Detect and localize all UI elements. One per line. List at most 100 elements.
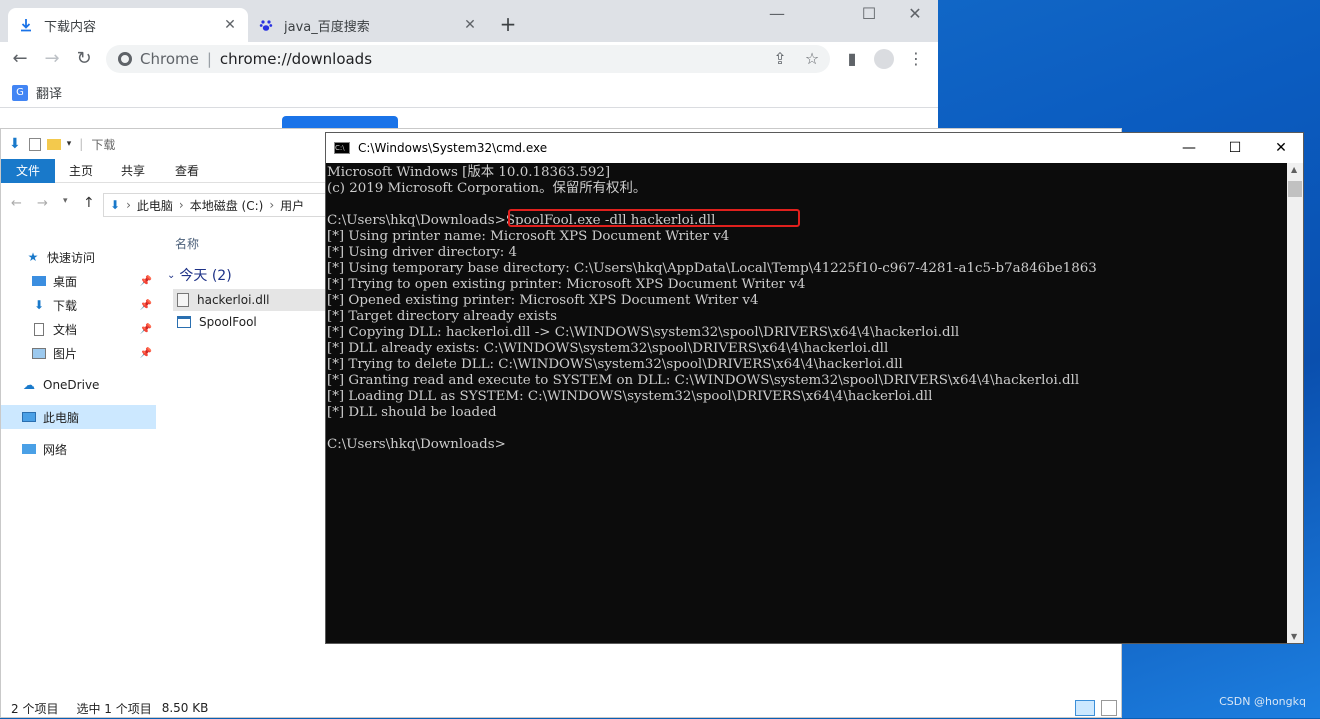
nav-network[interactable]: 网络 xyxy=(1,437,156,461)
scrollbar-thumb[interactable] xyxy=(1288,181,1302,197)
chevron-down-icon: ⌄ xyxy=(167,269,176,281)
breadcrumb-separator: › xyxy=(178,198,184,212)
back-arrow-icon[interactable]: ← xyxy=(8,48,32,72)
nav-label: 图片 xyxy=(53,346,78,361)
nav-label: 下载 xyxy=(53,298,78,313)
bookmarks-bar: G 翻译 xyxy=(0,78,938,108)
back-arrow-icon[interactable]: ← xyxy=(11,196,22,211)
network-icon xyxy=(21,442,37,456)
vertical-scrollbar[interactable]: ▲ ▼ xyxy=(1287,163,1303,643)
nav-label: 网络 xyxy=(43,442,68,457)
close-tab-icon[interactable]: ✕ xyxy=(462,17,478,33)
file-row-hackerloi[interactable]: hackerloi.dll xyxy=(173,289,331,311)
file-list: 名称 ⌄ 今天 (2) hackerloi.dll SpoolFool xyxy=(161,229,331,329)
close-button[interactable]: ✕ xyxy=(1258,133,1304,163)
profile-avatar-icon[interactable] xyxy=(872,48,896,72)
recent-dropdown-icon[interactable]: ▾ xyxy=(63,196,68,206)
maximize-button[interactable]: ☐ xyxy=(1212,133,1258,163)
bookmark-translate[interactable]: 翻译 xyxy=(36,83,62,102)
ribbon-tab-home[interactable]: 主页 xyxy=(61,159,101,183)
translate-icon: G xyxy=(12,84,28,101)
breadcrumb-separator: › xyxy=(269,198,275,212)
command-highlight-box xyxy=(508,209,800,227)
address-bar[interactable]: Chrome | chrome://downloads xyxy=(106,45,830,73)
download-arrow-icon: ⬇ xyxy=(110,198,121,212)
nav-onedrive[interactable]: ☁ OneDrive xyxy=(1,373,156,397)
scroll-up-icon[interactable]: ▲ xyxy=(1291,165,1297,174)
minimize-button[interactable]: — xyxy=(762,4,792,23)
menu-dots-icon[interactable]: ⋮ xyxy=(904,48,928,72)
explorer-address-bar[interactable]: ⬇ › 此电脑 › 本地磁盘 (C:) › 用户 xyxy=(103,193,333,217)
large-icons-view-icon[interactable] xyxy=(1101,700,1117,716)
explorer-title: 下载 xyxy=(91,137,116,152)
pin-icon[interactable]: 📌 xyxy=(140,348,152,359)
details-view-icon[interactable] xyxy=(1075,700,1095,716)
column-header-name[interactable]: 名称 xyxy=(175,235,199,252)
status-bar: 2 个项目 选中 1 个项目 8.50 KB xyxy=(1,697,1121,719)
console-line: Microsoft Windows [版本 10.0.18363.592] xyxy=(327,165,611,180)
nav-documents[interactable]: 文档 📌 xyxy=(1,317,156,341)
url-text: chrome://downloads xyxy=(219,50,373,68)
dropdown-icon[interactable]: ▾ xyxy=(67,139,72,149)
console-line: [*] Opened existing printer: Microsoft X… xyxy=(327,293,759,308)
nav-pictures[interactable]: 图片 📌 xyxy=(1,341,156,365)
nav-label: 文档 xyxy=(53,322,78,337)
console-line: [*] Loading DLL as SYSTEM: C:\WINDOWS\sy… xyxy=(327,389,933,404)
scroll-down-icon[interactable]: ▼ xyxy=(1291,632,1297,641)
close-button[interactable]: ✕ xyxy=(900,4,930,23)
group-label: 今天 (2) xyxy=(179,268,232,284)
cmd-title: C:\Windows\System32\cmd.exe xyxy=(358,141,548,155)
document-icon xyxy=(31,322,47,336)
maximize-button[interactable]: ☐ xyxy=(854,4,884,23)
breadcrumb-users[interactable]: 用户 xyxy=(280,197,304,214)
minimize-button[interactable]: — xyxy=(1166,133,1212,163)
forward-arrow-icon[interactable]: → xyxy=(37,196,48,211)
nav-desktop[interactable]: 桌面 📌 xyxy=(1,269,156,293)
tab-label: java_百度搜索 xyxy=(284,19,370,35)
console-line: [*] Granting read and execute to SYSTEM … xyxy=(327,373,1080,388)
share-icon[interactable]: ⇪ xyxy=(768,48,792,72)
console-line: C:\Users\hkq\Downloads>SpoolFool.exe -dl… xyxy=(327,213,716,228)
ribbon-tab-file[interactable]: 文件 xyxy=(1,159,55,183)
desktop-icon xyxy=(31,274,47,288)
console-line: (c) 2019 Microsoft Corporation。保留所有权利。 xyxy=(327,181,647,196)
forward-arrow-icon[interactable]: → xyxy=(40,48,64,72)
download-icon xyxy=(18,17,34,33)
selection-count: 选中 1 个项目 xyxy=(76,701,152,716)
nav-this-pc[interactable]: 此电脑 xyxy=(1,405,156,429)
up-arrow-icon[interactable]: ↑ xyxy=(83,195,95,211)
new-tab-button[interactable]: + xyxy=(496,12,520,36)
tab-baidu-search[interactable]: java_百度搜索 ✕ xyxy=(248,8,488,42)
close-tab-icon[interactable]: ✕ xyxy=(222,17,238,33)
console-output[interactable]: Microsoft Windows [版本 10.0.18363.592] (c)… xyxy=(326,163,1287,643)
star-icon: ★ xyxy=(27,250,39,264)
properties-icon[interactable] xyxy=(28,137,41,151)
reload-icon[interactable]: ↻ xyxy=(72,48,96,72)
file-name: SpoolFool xyxy=(199,315,257,329)
ribbon-tab-view[interactable]: 查看 xyxy=(167,159,207,183)
nav-label: 此电脑 xyxy=(43,410,80,425)
item-count: 2 个项目 xyxy=(11,701,59,716)
breadcrumb-this-pc[interactable]: 此电脑 xyxy=(137,197,173,214)
nav-downloads[interactable]: ⬇ 下载 📌 xyxy=(1,293,156,317)
side-panel-icon[interactable]: ▮ xyxy=(840,48,864,72)
pin-icon[interactable]: 📌 xyxy=(140,276,152,287)
console-line: [*] Using temporary base directory: C:\U… xyxy=(327,261,1097,276)
file-row-spoolfool[interactable]: SpoolFool xyxy=(173,311,331,333)
group-header-today[interactable]: ⌄ 今天 (2) xyxy=(167,265,232,285)
pin-icon[interactable]: 📌 xyxy=(140,324,152,335)
breadcrumb-c-drive[interactable]: 本地磁盘 (C:) xyxy=(190,197,264,214)
nav-quick-access[interactable]: ★ 快速访问 xyxy=(1,245,156,269)
pin-icon[interactable]: 📌 xyxy=(140,300,152,311)
nav-label: OneDrive xyxy=(43,378,100,392)
ribbon-tab-share[interactable]: 共享 xyxy=(113,159,153,183)
exe-file-icon xyxy=(177,316,191,328)
terminal-icon: C:\ xyxy=(334,142,350,154)
baidu-paw-icon xyxy=(258,17,274,33)
divider: | xyxy=(206,50,212,68)
console-line: [*] Copying DLL: hackerloi.dll -> C:\WIN… xyxy=(327,325,960,340)
tab-downloads[interactable]: 下载内容 ✕ xyxy=(8,8,248,42)
quick-access-download-icon: ⬇ xyxy=(9,136,21,152)
bookmark-star-icon[interactable]: ☆ xyxy=(800,48,824,72)
